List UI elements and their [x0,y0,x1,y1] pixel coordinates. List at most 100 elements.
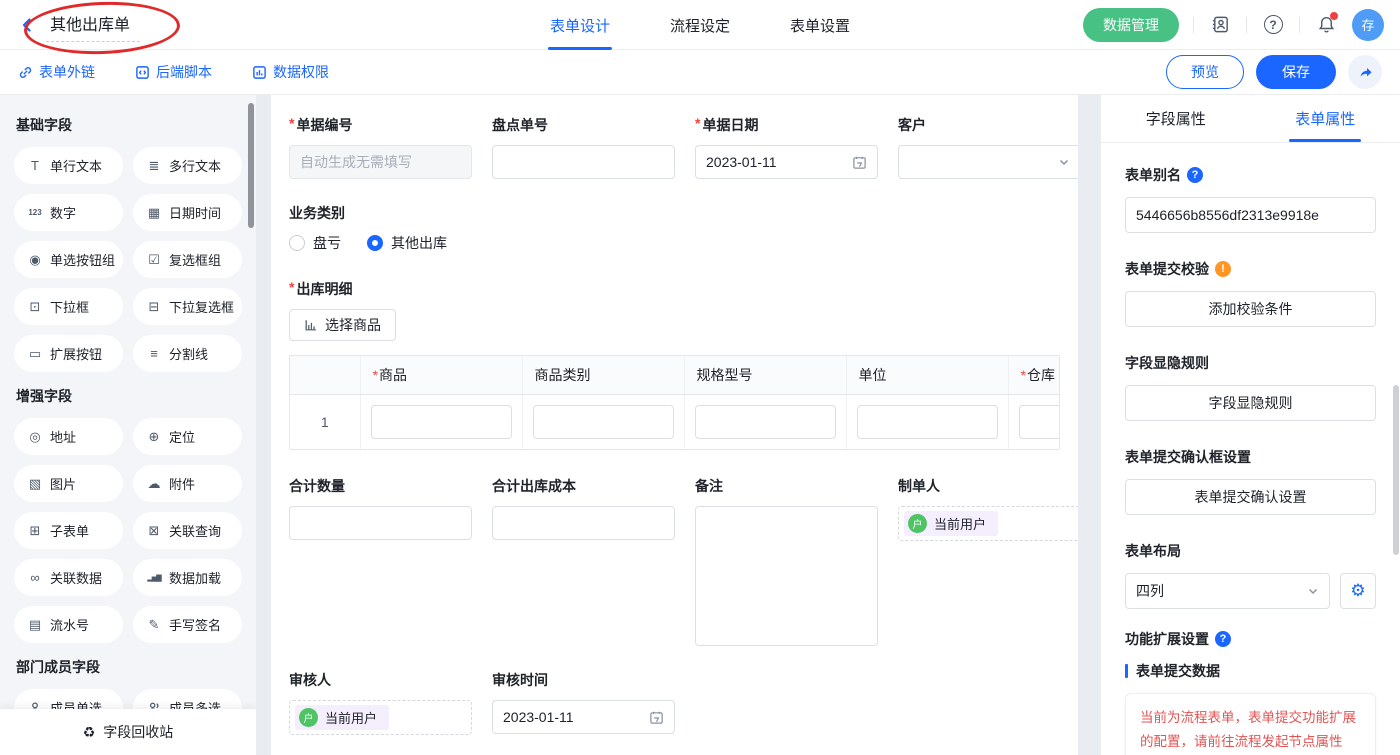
add-validation-button[interactable]: 添加校验条件 [1125,291,1376,327]
product-cell-input[interactable] [371,405,512,439]
attachment-icon: ☁ [146,476,162,492]
field-customer[interactable]: 客户 [898,115,1078,179]
field-type-location[interactable]: ⊕定位 [133,418,242,455]
radio-group-icon: ◉ [27,252,43,268]
field-type-radio-group[interactable]: ◉单选按钮组 [14,241,123,278]
field-outbound-detail[interactable]: *出库明细 选择商品 *商品 商品类别 规格型号 单位 *仓 [289,279,1060,450]
number-icon: 123 [27,208,43,217]
field-visibility-button[interactable]: 字段显隐规则 [1125,385,1376,421]
col-category: 商品类别 [522,356,684,395]
calendar-icon [852,155,867,170]
save-button[interactable]: 保存 [1256,55,1336,89]
field-recycle-bin[interactable]: ♻ 字段回收站 [0,709,256,755]
chevron-down-icon [1058,156,1070,168]
field-total-qty[interactable]: 合计数量 [289,476,472,540]
layout-select[interactable]: 四列 [1125,573,1330,609]
spec-cell-input[interactable] [695,405,836,439]
toolbar: 表单外链 后端脚本 数据权限 预览 保存 [0,50,1400,95]
inventory-no-input[interactable] [492,145,675,179]
field-auditor[interactable]: 审核人 户 当前用户 [289,670,472,735]
field-biz-type[interactable]: 业务类别 盘亏 其他出库 [289,203,709,253]
field-type-number[interactable]: 123数字 [14,194,123,231]
tab-form-properties[interactable]: 表单属性 [1251,95,1400,142]
single-text-icon: T [27,158,43,173]
field-type-serial-number[interactable]: ▤流水号 [14,606,123,643]
share-icon[interactable] [1348,55,1382,89]
field-type-address[interactable]: ◎地址 [14,418,123,455]
layout-gear-button[interactable]: ⚙ [1340,573,1376,609]
tab-form-setting[interactable]: 表单设置 [790,0,850,50]
field-type-datetime[interactable]: ▦日期时间 [133,194,242,231]
field-type-multi-select[interactable]: ⊟下拉复选框 [133,288,242,325]
recycle-icon: ♻ [83,724,96,741]
field-doc-date[interactable]: *单据日期 2023-01-11 [695,115,878,179]
script-icon [135,65,150,80]
tab-form-design[interactable]: 表单设计 [550,0,610,50]
tab-field-properties[interactable]: 字段属性 [1101,95,1251,142]
select-product-button[interactable]: 选择商品 [289,309,396,341]
submit-data-section: 表单提交数据 [1125,661,1376,681]
field-creator[interactable]: 制单人 户 当前用户 [898,476,1078,541]
field-type-data-load[interactable]: ▂▅▇数据加载 [133,559,242,596]
back-icon[interactable] [16,14,38,36]
tab-flow-setting[interactable]: 流程设定 [670,0,730,50]
field-type-signature[interactable]: ✎手写签名 [133,606,242,643]
warning-badge-icon[interactable]: ! [1215,261,1231,277]
field-type-checkbox-group[interactable]: ☑复选框组 [133,241,242,278]
form-canvas[interactable]: *单据编号 自动生成无需填写 盘点单号 *单据日期 2023-01-11 客户 [271,95,1078,755]
field-remark[interactable]: 备注 [695,476,878,646]
section-basic-fields: 基础字段 [16,115,242,135]
notification-bell-icon[interactable] [1314,13,1338,37]
field-type-subform[interactable]: ⊞子表单 [14,512,123,549]
field-doc-no[interactable]: *单据编号 自动生成无需填写 [289,115,472,179]
help-badge-icon[interactable]: ? [1187,167,1203,183]
preview-button[interactable]: 预览 [1166,55,1244,89]
field-type-link-data[interactable]: ∞关联数据 [14,559,123,596]
field-type-single-text[interactable]: T单行文本 [14,147,123,184]
help-badge-icon[interactable]: ? [1215,631,1231,647]
field-type-select[interactable]: ⊡下拉框 [14,288,123,325]
customer-select[interactable] [898,145,1078,179]
field-type-extend-button[interactable]: ▭扩展按钮 [14,335,123,372]
creator-user-box[interactable]: 户 当前用户 [898,506,1078,541]
total-qty-input[interactable] [289,506,472,540]
form-external-link[interactable]: 表单外链 [18,62,95,82]
auditor-user-box[interactable]: 户 当前用户 [289,700,472,735]
submit-confirm-button[interactable]: 表单提交确认设置 [1125,479,1376,515]
field-type-divider[interactable]: ≡分割线 [133,335,242,372]
field-type-attachment[interactable]: ☁附件 [133,465,242,502]
field-type-multi-text[interactable]: ≣多行文本 [133,147,242,184]
header-tabs: 表单设计 流程设定 表单设置 [550,0,850,50]
chevron-down-icon [1307,585,1319,597]
multi-select-icon: ⊟ [146,299,162,315]
extend-button-icon: ▭ [27,346,43,362]
field-type-image[interactable]: ▧图片 [14,465,123,502]
warehouse-cell-input[interactable] [1019,405,1061,439]
image-icon: ▧ [27,476,43,492]
category-cell-input[interactable] [533,405,674,439]
help-icon[interactable]: ? [1261,13,1285,37]
data-permission-link[interactable]: 数据权限 [252,62,329,82]
unit-cell-input[interactable] [857,405,998,439]
field-inventory-no[interactable]: 盘点单号 [492,115,675,179]
properties-panel: 字段属性 表单属性 表单别名 ? 表单提交校验 ! 添加校验条件 字段显隐规则 … [1100,95,1400,755]
notification-dot [1330,12,1338,20]
field-type-link-query[interactable]: ⊠关联查询 [133,512,242,549]
backend-script-link[interactable]: 后端脚本 [135,62,212,82]
form-title[interactable]: 其他出库单 [46,7,140,42]
radio-other-outbound[interactable]: 其他出库 [367,233,447,253]
user-avatar[interactable]: 存 [1352,9,1384,41]
doc-date-input[interactable]: 2023-01-11 [695,145,878,179]
audit-time-input[interactable]: 2023-01-11 [492,700,675,734]
radio-pankui[interactable]: 盘亏 [289,233,341,253]
panel-scrollbar[interactable] [1393,385,1399,555]
sidebar-scrollbar[interactable] [248,103,254,228]
divider [1246,17,1247,33]
address-book-icon[interactable] [1208,13,1232,37]
field-total-cost[interactable]: 合计出库成本 [492,476,675,540]
data-manage-button[interactable]: 数据管理 [1083,8,1179,42]
field-audit-time[interactable]: 审核时间 2023-01-11 [492,670,675,735]
remark-textarea[interactable] [695,506,878,646]
total-cost-input[interactable] [492,506,675,540]
form-alias-input[interactable] [1125,197,1376,233]
